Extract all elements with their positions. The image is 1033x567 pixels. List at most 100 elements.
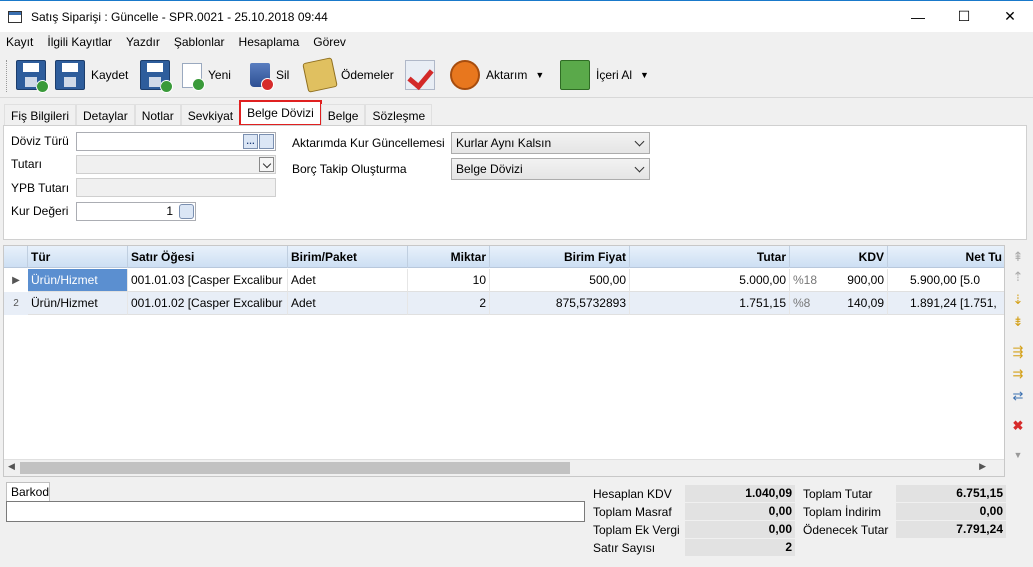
cell-birim-fiyat[interactable]: 875,5732893 (490, 292, 630, 315)
cell-tutar[interactable]: 5.000,00 (630, 269, 790, 292)
tab-sevkiyat[interactable]: Sevkiyat (180, 104, 241, 126)
split-row-icon[interactable]: ⇄ (1011, 389, 1025, 403)
import-icon (560, 60, 590, 90)
menu-yazdir[interactable]: Yazdır (126, 35, 160, 49)
cell-miktar[interactable]: 2 (408, 292, 490, 315)
save-close-button[interactable] (16, 58, 49, 93)
doviz-turu-field[interactable]: … (76, 132, 276, 151)
col-net-tutar[interactable]: Net Tu (888, 246, 1004, 268)
save-button[interactable]: Kaydet (55, 58, 128, 92)
detail-grid: Tür Satır Öğesi Birim/Paket Miktar Birim… (3, 245, 1005, 477)
satir-sayisi-label: Satır Sayısı (593, 541, 656, 555)
menu-sablonlar[interactable]: Şablonlar (174, 35, 225, 49)
borc-takip-select[interactable]: Belge Dövizi (451, 158, 650, 180)
col-tur[interactable]: Tür (28, 246, 128, 268)
cell-net-tutar[interactable]: 5.900,00 [5.0 (888, 269, 1004, 292)
tab-notlar[interactable]: Notlar (134, 104, 181, 126)
chevron-down-icon (634, 162, 645, 173)
cell-satir-ogesi[interactable]: 001.01.03 [Casper Excalibur (128, 269, 288, 292)
tab-belge-dovizi[interactable]: Belge Dövizi (239, 100, 322, 126)
tab-detaylar[interactable]: Detaylar (76, 104, 135, 126)
delete-row-icon[interactable]: ✖ (1011, 419, 1025, 433)
scroll-left-icon[interactable]: ◀ (8, 461, 15, 472)
barkod-input[interactable] (6, 501, 585, 522)
cell-kdv-rate[interactable]: %8 (790, 292, 820, 315)
tab-sozlesme[interactable]: Sözleşme (365, 104, 433, 126)
menu-ilgili-kayitlar[interactable]: İlgili Kayıtlar (47, 35, 112, 49)
window-title: Satış Siparişi : Güncelle - SPR.0021 - 2… (31, 9, 328, 24)
scroll-right-icon[interactable]: ▶ (979, 461, 986, 472)
import-button[interactable]: İçeri Al ▼ (560, 58, 649, 92)
ypb-tutari-label: YPB Tutarı (11, 181, 70, 195)
aktarimda-kur-select[interactable]: Kurlar Aynı Kalsın (451, 132, 650, 154)
horizontal-scrollbar[interactable]: ◀ ▶ (4, 459, 1004, 476)
cell-kdv[interactable]: 900,00 (820, 269, 888, 292)
cell-kdv[interactable]: 140,09 (820, 292, 888, 315)
delete-button[interactable]: Sil (246, 58, 289, 92)
barkod-tab[interactable]: Barkod (6, 482, 50, 502)
col-birim-fiyat[interactable]: Birim Fiyat (490, 246, 630, 268)
grid-header: Tür Satır Öğesi Birim/Paket Miktar Birim… (4, 246, 1004, 268)
new-button[interactable]: Yeni (178, 58, 231, 92)
export-button[interactable]: Aktarım ▼ (450, 58, 544, 92)
duplicate-row-icon[interactable]: ⇉ (1011, 367, 1025, 381)
tab-belge[interactable]: Belge (320, 104, 366, 126)
export-icon (450, 60, 480, 90)
tab-strip: Fiş Bilgileri Detaylar Notlar Sevkiyat B… (4, 100, 433, 126)
doviz-turu-calendar-icon[interactable] (259, 134, 274, 149)
tab-fis-bilgileri[interactable]: Fiş Bilgileri (4, 104, 77, 126)
scrollbar-thumb[interactable] (20, 462, 570, 474)
toplam-tutar-value: 6.751,15 (896, 485, 1006, 502)
new-document-icon (182, 62, 205, 91)
col-birim-paket[interactable]: Birim/Paket (288, 246, 408, 268)
cell-tur[interactable]: Ürün/Hizmet (28, 292, 128, 315)
row-indicator: ▶ (12, 275, 20, 286)
cell-birim[interactable]: Adet (288, 292, 408, 315)
move-bottom-icon[interactable]: ⇟ (1011, 315, 1025, 329)
close-button[interactable]: ✕ (987, 1, 1033, 32)
move-up-icon[interactable]: ⇡ (1011, 270, 1025, 284)
toplam-ek-vergi-label: Toplam Ek Vergi (593, 523, 680, 537)
col-miktar[interactable]: Miktar (408, 246, 490, 268)
approve-button[interactable] (405, 58, 435, 92)
maximize-button[interactable]: ☐ (941, 1, 987, 32)
toolbar-grip[interactable] (6, 60, 9, 92)
tutari-field[interactable] (76, 155, 276, 174)
col-satir-ogesi[interactable]: Satır Öğesi (128, 246, 288, 268)
menu-gorev[interactable]: Görev (313, 35, 346, 49)
scroll-down-icon[interactable]: ▼ (1011, 448, 1025, 462)
import-dropdown-arrow-icon[interactable]: ▼ (640, 70, 649, 80)
currency-rate-icon[interactable] (179, 204, 194, 219)
export-label: Aktarım (486, 68, 528, 82)
app-icon (8, 10, 22, 23)
cell-miktar[interactable]: 10 (408, 269, 490, 292)
col-tutar[interactable]: Tutar (630, 246, 790, 268)
table-row[interactable]: ▶ Ürün/Hizmet 001.01.03 [Casper Excalibu… (4, 269, 1004, 292)
menu-hesaplama[interactable]: Hesaplama (239, 35, 300, 49)
insert-row-icon[interactable]: ⇶ (1011, 345, 1025, 359)
cell-satir-ogesi[interactable]: 001.01.02 [Casper Excalibur (128, 292, 288, 315)
delete-label: Sil (276, 68, 290, 82)
move-down-icon[interactable]: ⇣ (1011, 293, 1025, 307)
ypb-tutari-field (76, 178, 276, 197)
cell-birim[interactable]: Adet (288, 269, 408, 292)
aktarimda-kur-label: Aktarımda Kur Güncellemesi (292, 136, 445, 150)
menu-kayit[interactable]: Kayıt (6, 35, 33, 49)
checkmark-icon (405, 60, 435, 90)
export-dropdown-arrow-icon[interactable]: ▼ (535, 70, 544, 80)
tutari-dropdown-icon[interactable] (259, 157, 274, 172)
move-top-icon[interactable]: ⇞ (1011, 250, 1025, 264)
kur-degeri-field[interactable]: 1 (76, 202, 196, 221)
cell-birim-fiyat[interactable]: 500,00 (490, 269, 630, 292)
minimize-button[interactable]: — (895, 1, 941, 32)
cell-tur[interactable]: Ürün/Hizmet (28, 269, 128, 292)
doviz-turu-browse-button[interactable]: … (243, 134, 258, 149)
cell-net-tutar[interactable]: 1.891,24 [1.751, (888, 292, 1004, 315)
payments-button[interactable]: Ödemeler (302, 57, 394, 93)
cell-tutar[interactable]: 1.751,15 (630, 292, 790, 315)
col-kdv[interactable]: KDV (790, 246, 888, 268)
cell-kdv-rate[interactable]: %18 (790, 269, 820, 292)
import-label: İçeri Al (596, 68, 633, 82)
table-row[interactable]: 2 Ürün/Hizmet 001.01.02 [Casper Excalibu… (4, 292, 1004, 315)
save-new-button[interactable] (140, 58, 173, 93)
